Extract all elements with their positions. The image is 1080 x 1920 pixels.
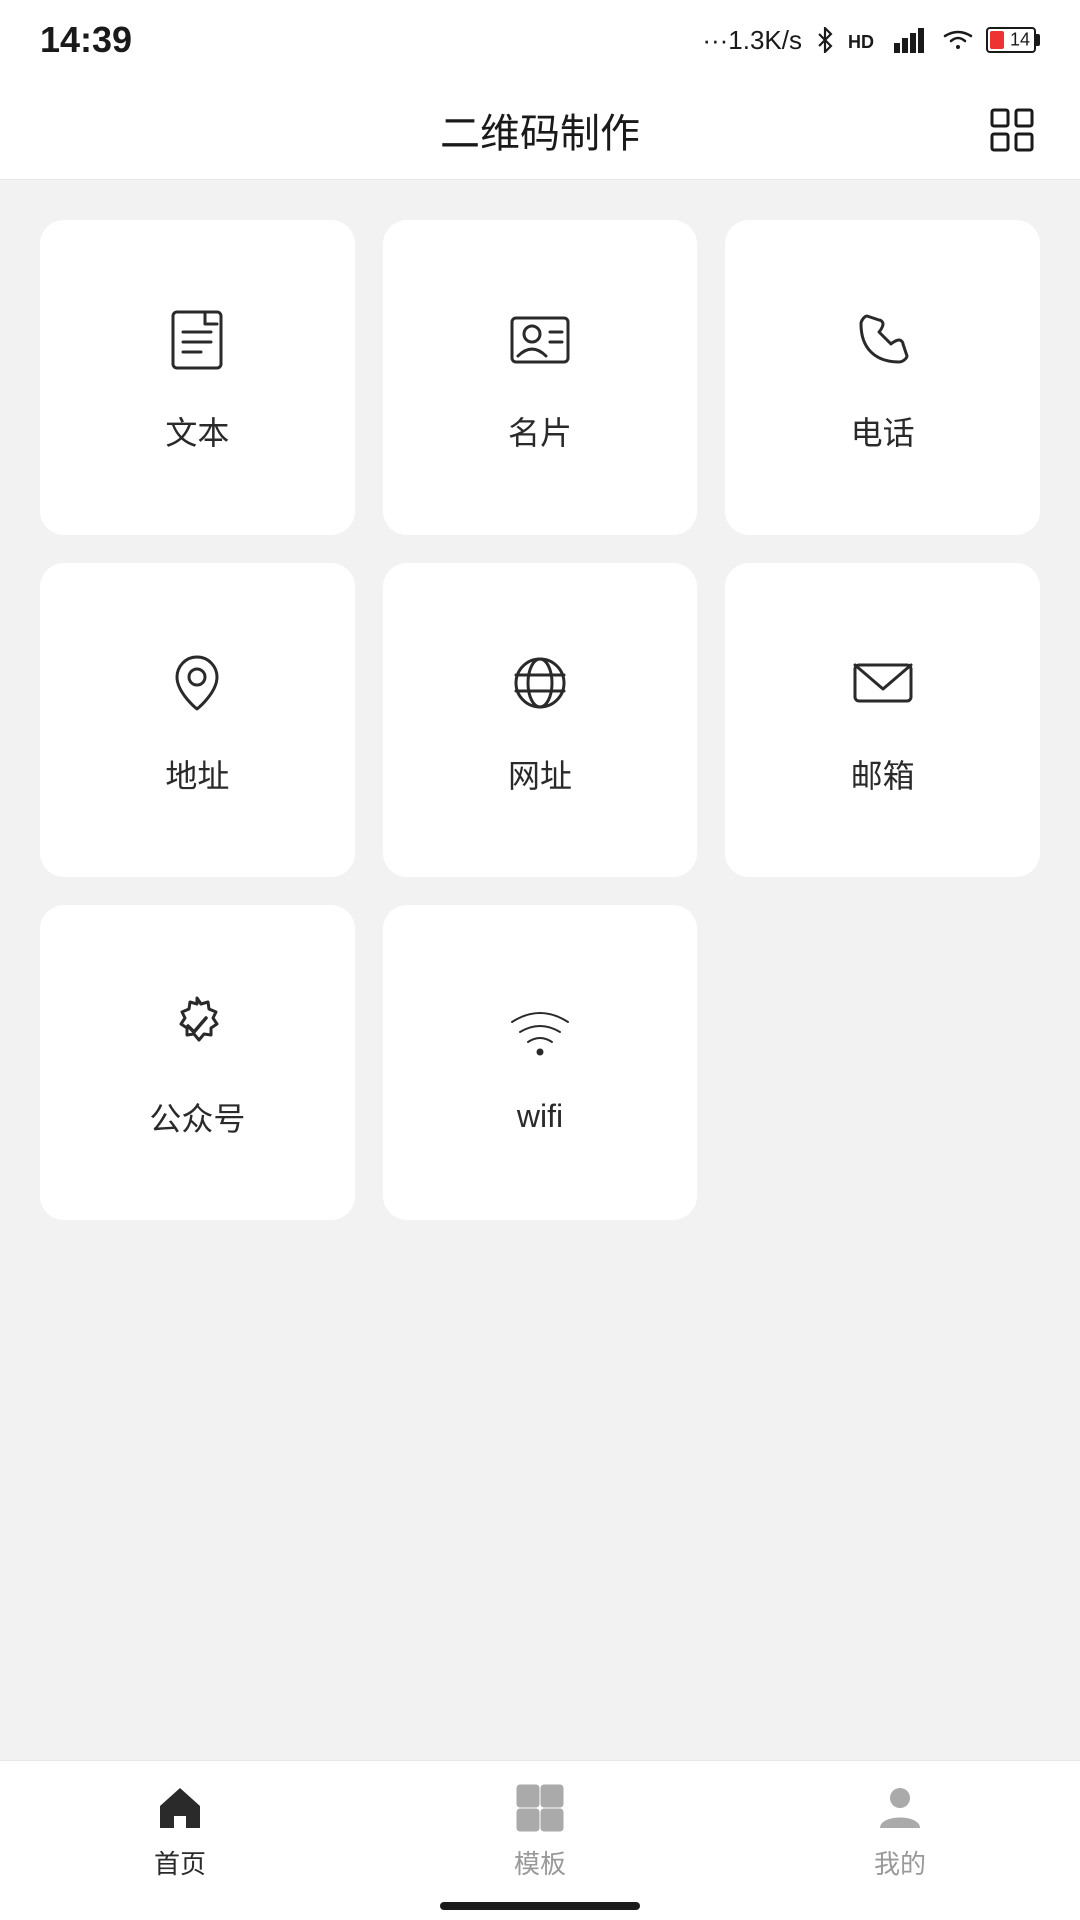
signal-icon [894,27,930,53]
grid-label-phone: 电话 [851,408,915,454]
tab-template-label: 模板 [514,1844,566,1881]
globe-icon [500,643,580,723]
badge-check-icon [157,986,237,1066]
template-tab-icon [512,1780,568,1836]
grid-item-wifi[interactable]: wifi [383,905,698,1220]
phone-icon [843,300,923,380]
grid-label-wechat: 公众号 [149,1094,245,1140]
hd-icon: HD [848,27,884,53]
grid-item-address[interactable]: 地址 [40,563,355,878]
grid-label-address: 地址 [165,751,229,797]
mail-icon [843,643,923,723]
status-time: 14:39 [40,19,132,61]
status-icons: ···1.3K/s HD 14 [702,25,1040,56]
grid-item-email[interactable]: 邮箱 [725,563,1040,878]
qr-type-grid: 文本 名片 电话 [40,220,1040,1220]
tab-bar: 首页 模板 我的 [0,1760,1080,1920]
tab-mine[interactable]: 我的 [720,1780,1080,1881]
grid-label-wifi: wifi [517,1098,563,1135]
contact-card-icon [500,300,580,380]
grid-label-url: 网址 [508,751,572,797]
scan-button[interactable] [984,102,1040,158]
grid-item-card[interactable]: 名片 [383,220,698,535]
network-status: ···1.3K/s [702,25,802,56]
wifi-status-icon [940,27,976,53]
tab-template[interactable]: 模板 [360,1780,720,1881]
document-icon [157,300,237,380]
bluetooth-icon [812,27,838,53]
mine-tab-icon [872,1780,928,1836]
grid-label-email: 邮箱 [851,751,915,797]
grid-label-card: 名片 [508,408,572,454]
grid-item-text[interactable]: 文本 [40,220,355,535]
battery-icon: 14 [986,27,1040,53]
svg-text:HD: HD [848,32,874,52]
app-header: 二维码制作 [0,80,1080,180]
status-bar: 14:39 ···1.3K/s HD 14 [0,0,1080,80]
grid-item-wechat[interactable]: 公众号 [40,905,355,1220]
grid-item-phone[interactable]: 电话 [725,220,1040,535]
grid-label-text: 文本 [165,408,229,454]
wifi-icon [500,990,580,1070]
tab-home[interactable]: 首页 [0,1780,360,1881]
location-pin-icon [157,643,237,723]
page-title: 二维码制作 [440,101,640,159]
main-content: 文本 名片 电话 [0,180,1080,1220]
tab-home-label: 首页 [154,1844,206,1881]
tab-mine-label: 我的 [874,1844,926,1881]
home-tab-icon [152,1780,208,1836]
home-indicator [440,1902,640,1910]
grid-item-url[interactable]: 网址 [383,563,698,878]
